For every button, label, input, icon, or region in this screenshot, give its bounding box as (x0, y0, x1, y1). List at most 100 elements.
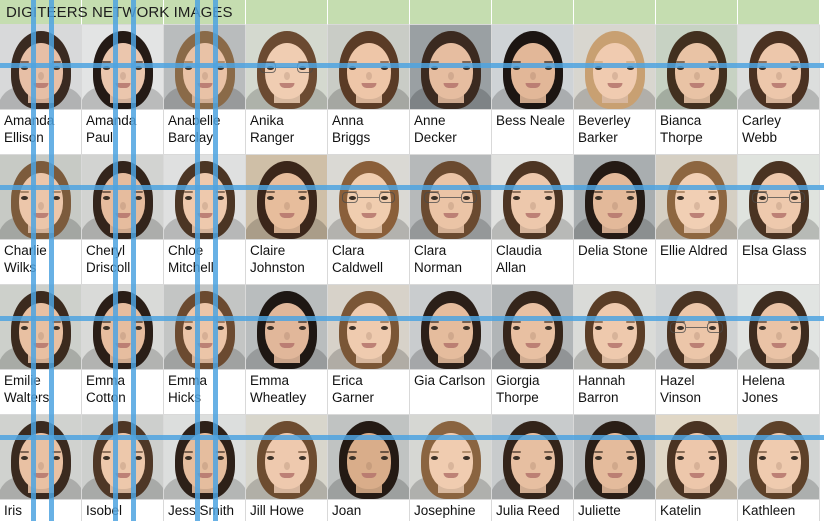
portrait-photo[interactable] (82, 415, 163, 499)
name-cell[interactable]: Erica Garner (328, 370, 410, 415)
name-cell[interactable]: Josephine Reid (410, 500, 492, 521)
portrait-photo[interactable] (246, 285, 327, 369)
name-cell[interactable]: Emma Hicks (164, 370, 246, 415)
name-cell[interactable]: Anna Briggs (328, 110, 410, 155)
image-cell[interactable] (0, 25, 82, 110)
portrait-photo[interactable] (164, 25, 245, 109)
image-cell[interactable] (492, 155, 574, 240)
name-cell[interactable]: Anne Decker (410, 110, 492, 155)
name-cell[interactable]: Isobel Mclean (82, 500, 164, 521)
header-cell[interactable] (410, 0, 492, 25)
image-cell[interactable] (82, 285, 164, 370)
image-cell[interactable] (82, 155, 164, 240)
image-cell[interactable] (246, 415, 328, 500)
portrait-photo[interactable] (0, 415, 81, 499)
name-cell[interactable]: Kathleen Gibbons (738, 500, 820, 521)
portrait-photo[interactable] (0, 285, 81, 369)
name-cell[interactable]: Ellie Aldred (656, 240, 738, 285)
name-cell[interactable]: Iris Holloway (0, 500, 82, 521)
name-cell[interactable]: Joan Doherty (328, 500, 410, 521)
image-cell[interactable] (246, 25, 328, 110)
header-cell[interactable] (492, 0, 574, 25)
image-cell[interactable] (246, 285, 328, 370)
name-cell[interactable]: Bess Neale (492, 110, 574, 155)
name-cell[interactable]: Cheryl Driscoll (82, 240, 164, 285)
image-cell[interactable] (492, 285, 574, 370)
image-cell[interactable] (410, 25, 492, 110)
header-cell[interactable] (328, 0, 410, 25)
portrait-photo[interactable] (410, 285, 491, 369)
image-cell[interactable] (738, 415, 820, 500)
name-cell[interactable]: Amanda Paul (82, 110, 164, 155)
image-cell[interactable] (410, 415, 492, 500)
portrait-photo[interactable] (656, 25, 737, 109)
name-cell[interactable]: Claudia Allan (492, 240, 574, 285)
image-cell[interactable] (410, 285, 492, 370)
image-cell[interactable] (0, 285, 82, 370)
name-cell[interactable]: Anabelle Barclay (164, 110, 246, 155)
image-cell[interactable] (574, 415, 656, 500)
image-cell[interactable] (656, 155, 738, 240)
image-cell[interactable] (492, 25, 574, 110)
name-cell[interactable]: Delia Stone (574, 240, 656, 285)
portrait-photo[interactable] (738, 415, 819, 499)
image-cell[interactable] (0, 415, 82, 500)
portrait-photo[interactable] (492, 415, 573, 499)
portrait-photo[interactable] (246, 415, 327, 499)
image-cell[interactable] (82, 25, 164, 110)
header-cell[interactable] (656, 0, 738, 25)
name-cell[interactable]: Jess Smith (164, 500, 246, 521)
portrait-photo[interactable] (574, 25, 655, 109)
name-cell[interactable]: Julia Reed (492, 500, 574, 521)
portrait-photo[interactable] (164, 155, 245, 239)
portrait-photo[interactable] (410, 155, 491, 239)
image-cell[interactable] (574, 285, 656, 370)
image-cell[interactable] (164, 285, 246, 370)
image-cell[interactable] (246, 155, 328, 240)
image-cell[interactable] (328, 155, 410, 240)
portrait-photo[interactable] (656, 155, 737, 239)
portrait-photo[interactable] (328, 155, 409, 239)
name-cell[interactable]: Emma Cotton (82, 370, 164, 415)
image-cell[interactable] (492, 415, 574, 500)
image-cell[interactable] (574, 25, 656, 110)
name-cell[interactable]: Clara Caldwell (328, 240, 410, 285)
image-cell[interactable] (738, 285, 820, 370)
name-cell[interactable]: Anika Ranger (246, 110, 328, 155)
portrait-photo[interactable] (492, 155, 573, 239)
image-cell[interactable] (328, 415, 410, 500)
image-cell[interactable] (656, 285, 738, 370)
name-cell[interactable]: Gia Carlson (410, 370, 492, 415)
image-cell[interactable] (738, 25, 820, 110)
portrait-photo[interactable] (328, 415, 409, 499)
portrait-photo[interactable] (574, 155, 655, 239)
portrait-photo[interactable] (328, 25, 409, 109)
image-cell[interactable] (738, 155, 820, 240)
name-cell[interactable]: Carley Webb (738, 110, 820, 155)
portrait-photo[interactable] (164, 415, 245, 499)
name-cell[interactable]: Jill Howe (246, 500, 328, 521)
name-cell[interactable]: Giorgia Thorpe (492, 370, 574, 415)
portrait-photo[interactable] (410, 25, 491, 109)
image-cell[interactable] (656, 25, 738, 110)
portrait-photo[interactable] (0, 155, 81, 239)
name-cell[interactable]: Bianca Thorpe (656, 110, 738, 155)
portrait-photo[interactable] (82, 25, 163, 109)
header-cell[interactable] (574, 0, 656, 25)
name-cell[interactable]: Hazel Vinson (656, 370, 738, 415)
name-cell[interactable]: Charlie Wilks (0, 240, 82, 285)
portrait-photo[interactable] (82, 155, 163, 239)
name-cell[interactable]: Hannah Barron (574, 370, 656, 415)
image-cell[interactable] (0, 155, 82, 240)
portrait-photo[interactable] (246, 25, 327, 109)
portrait-photo[interactable] (164, 285, 245, 369)
header-cell[interactable] (246, 0, 328, 25)
image-cell[interactable] (574, 155, 656, 240)
image-cell[interactable] (328, 25, 410, 110)
portrait-photo[interactable] (738, 25, 819, 109)
portrait-photo[interactable] (738, 285, 819, 369)
name-cell[interactable]: Emma Wheatley (246, 370, 328, 415)
name-cell[interactable]: Juliette Ashton (574, 500, 656, 521)
portrait-photo[interactable] (246, 155, 327, 239)
image-cell[interactable] (164, 415, 246, 500)
